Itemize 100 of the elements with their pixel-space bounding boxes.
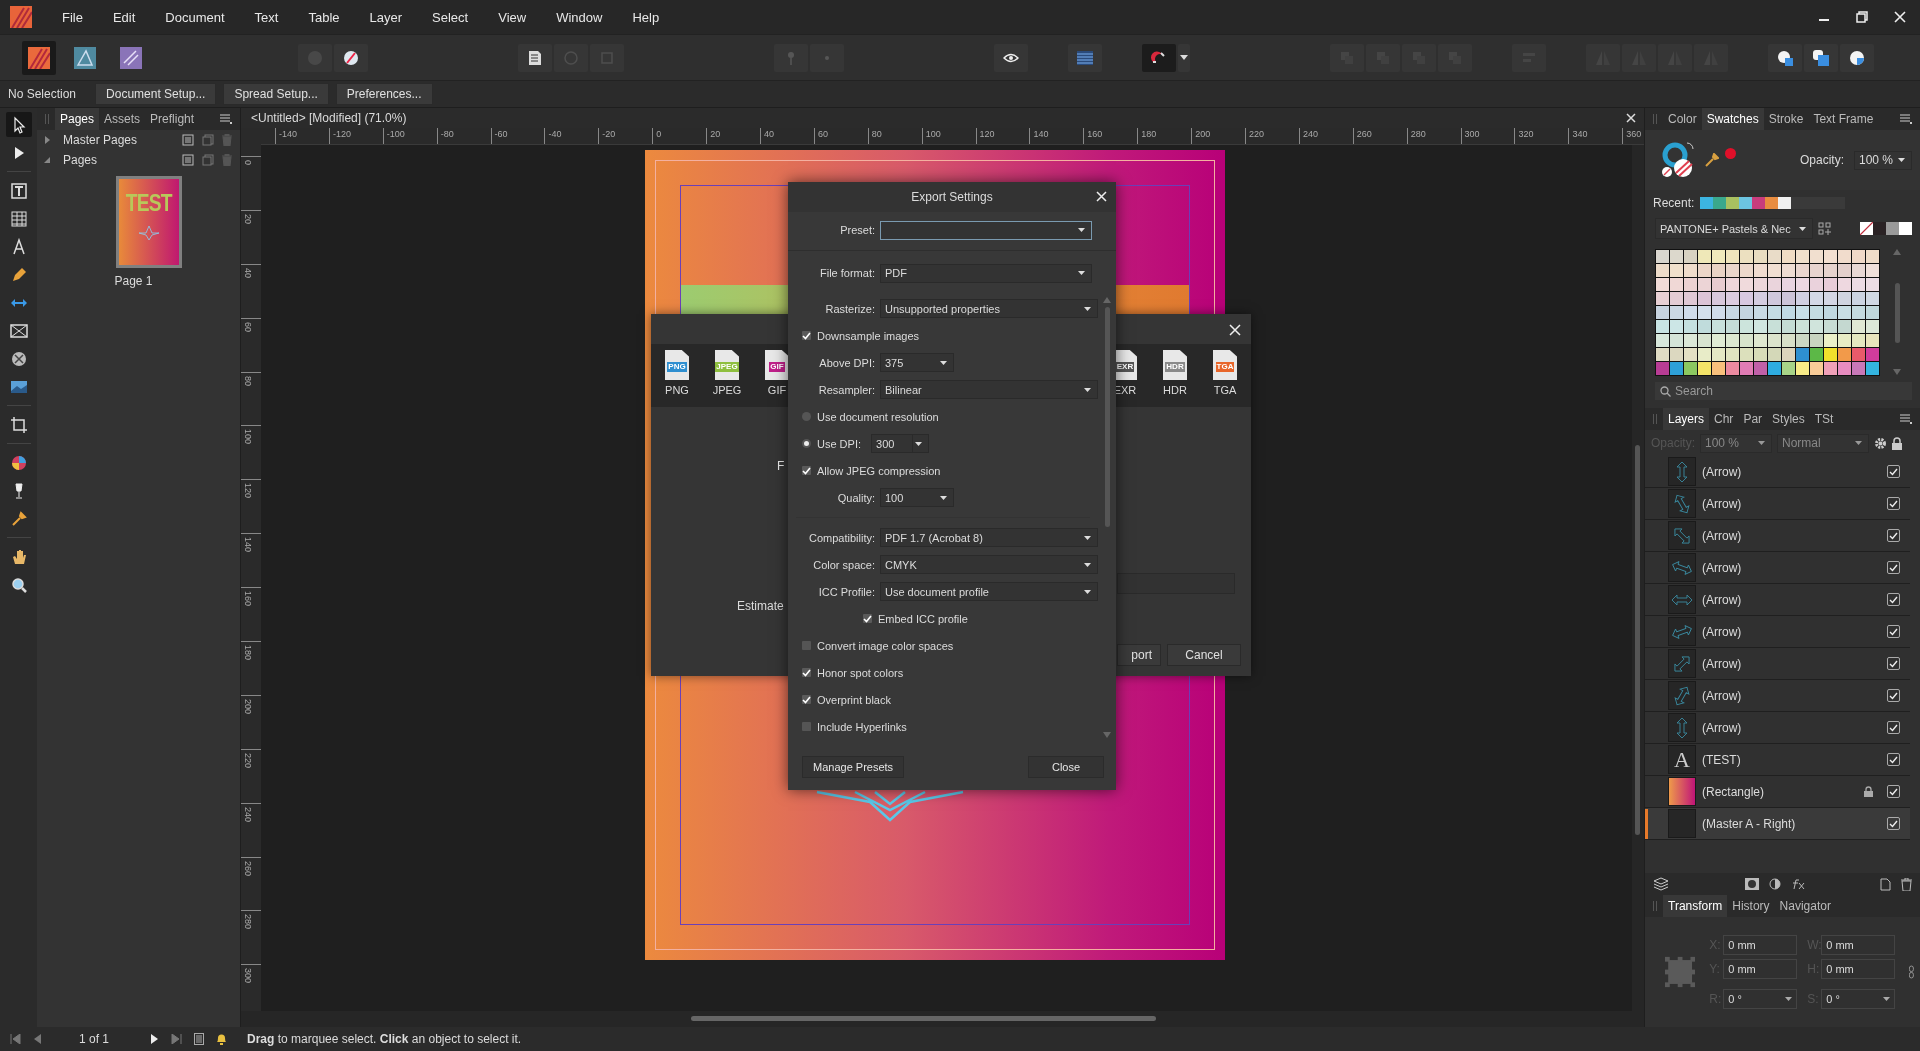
radio-label[interactable]: Use DPI: <box>817 437 861 450</box>
input-field[interactable]: 0 mm <box>1723 959 1798 979</box>
layer-row[interactable]: (Arrow) <box>1645 648 1910 680</box>
format-label[interactable]: HDR <box>1163 384 1187 396</box>
ruler-label: 240 <box>242 806 254 822</box>
manage-presets-button[interactable]: Manage Presets <box>802 756 905 778</box>
dropdown[interactable]: Use document profile <box>880 582 1098 601</box>
format-label[interactable]: TGA <box>1213 384 1237 396</box>
radio-label[interactable]: Use document resolution <box>817 410 939 423</box>
ruler-label: -20 <box>598 128 653 144</box>
ruler-label: -40 <box>544 128 599 144</box>
dropdown[interactable]: PDF 1.7 (Acrobat 8) <box>880 528 1098 547</box>
ruler-label: 20 <box>242 213 254 224</box>
file-icon[interactable]: PNG <box>665 350 689 380</box>
cancel-button[interactable]: Cancel <box>1167 644 1241 666</box>
format-label[interactable]: JPEG <box>712 384 742 396</box>
palette-dropdown[interactable]: PANTONE+ Pastels & Nec <box>1655 218 1813 239</box>
dropdown[interactable]: PDF <box>880 263 1092 283</box>
input-field[interactable]: 0 ° <box>1723 989 1798 1009</box>
menu-item[interactable]: Select <box>432 9 469 25</box>
dropdown[interactable]: Unsupported properties <box>880 299 1098 318</box>
search-field[interactable]: Search <box>1655 382 1912 400</box>
menu-item[interactable]: Layer <box>369 9 403 25</box>
menu-item[interactable]: File <box>62 9 83 25</box>
section-label[interactable]: Pages <box>63 153 98 167</box>
panel-tab[interactable]: Swatches <box>1701 108 1764 130</box>
context-button[interactable]: Document Setup... <box>95 83 217 105</box>
input-field[interactable]: 0 ° <box>1821 989 1896 1009</box>
menu-item[interactable]: Text <box>254 9 279 25</box>
checkbox-label[interactable]: Honor spot colors <box>817 666 904 679</box>
menu-item[interactable]: Document <box>165 9 225 25</box>
panel-tab[interactable]: Layers <box>1663 408 1710 430</box>
layer-name: (Arrow) <box>1702 656 1742 671</box>
panel-tab[interactable]: Par <box>1738 408 1768 430</box>
ruler-label: 100 <box>242 429 254 445</box>
field-label: ICC Profile: <box>817 585 875 598</box>
panel-tab[interactable]: Assets <box>99 108 146 130</box>
ruler-label: 160 <box>242 591 254 607</box>
dropdown[interactable]: 100 <box>880 488 954 507</box>
layer-row[interactable]: (Arrow) <box>1645 680 1910 712</box>
checkbox-label[interactable]: Overprint black <box>817 693 891 706</box>
menu-item[interactable]: View <box>498 9 527 25</box>
layer-row[interactable]: (Arrow) <box>1645 552 1910 584</box>
panel-tab[interactable]: History <box>1727 895 1775 917</box>
field-label: Quality: <box>836 491 875 504</box>
panel-tab[interactable]: Chr <box>1709 408 1739 430</box>
context-button[interactable]: Spread Setup... <box>223 83 329 105</box>
panel-tab[interactable]: Text Frame <box>1808 108 1879 130</box>
close-button[interactable]: Close <box>1028 756 1104 778</box>
panel-tab[interactable]: TSt <box>1809 408 1839 430</box>
ruler-label: 300 <box>242 968 254 984</box>
panel-tab[interactable]: Navigator <box>1774 895 1836 917</box>
layer-row[interactable]: (Arrow) <box>1645 712 1910 744</box>
layer-name: (Arrow) <box>1702 464 1742 479</box>
opacity-dropdown[interactable]: 100 % <box>1854 150 1912 170</box>
section-label[interactable]: Master Pages <box>63 133 138 147</box>
format-label[interactable]: PNG <box>665 384 689 396</box>
checkbox-label[interactable]: Convert image color spaces <box>817 639 954 652</box>
export-button[interactable]: port <box>1117 644 1161 666</box>
input-field[interactable]: 0 mm <box>1821 935 1896 955</box>
ruler-label: 280 <box>1406 128 1461 144</box>
input-field[interactable]: 0 mm <box>1821 959 1896 979</box>
field-label: Color space: <box>812 558 875 571</box>
menu-item[interactable]: Edit <box>112 9 136 25</box>
checkbox-label[interactable]: Include Hyperlinks <box>817 720 907 733</box>
layer-row[interactable]: (Arrow) <box>1645 456 1910 488</box>
ruler-label: 120 <box>242 483 254 499</box>
checkbox-label[interactable]: Allow JPEG compression <box>817 464 941 477</box>
checkbox-label[interactable]: Downsample images <box>817 329 920 342</box>
layer-row[interactable]: (Master A - Right) <box>1645 808 1910 840</box>
format-badge: TGA <box>1215 362 1235 372</box>
ruler-label: -120 <box>328 128 383 144</box>
layer-row[interactable]: A (TEST) <box>1645 744 1910 776</box>
format-label[interactable]: GIF <box>767 384 787 396</box>
layer-row[interactable]: (Arrow) <box>1645 520 1910 552</box>
estimate-label: Estimate <box>737 599 784 613</box>
document-tab[interactable]: <Untitled> [Modified] (71.0%) <box>251 111 407 125</box>
panel-tab[interactable]: Stroke <box>1763 108 1809 130</box>
checkbox-label[interactable]: Embed ICC profile <box>878 612 968 625</box>
dropdown[interactable]: CMYK <box>880 555 1098 574</box>
dropdown[interactable]: 375 <box>880 353 954 372</box>
panel-tab[interactable]: Transform <box>1663 895 1728 917</box>
layer-row[interactable]: (Arrow) <box>1645 488 1910 520</box>
ruler-label: 180 <box>242 645 254 661</box>
layer-row[interactable]: (Arrow) <box>1645 616 1910 648</box>
ruler-label: 340 <box>1568 128 1623 144</box>
panel-tab[interactable]: Color <box>1663 108 1702 130</box>
dropdown[interactable]: Bilinear <box>880 380 1098 399</box>
panel-tab[interactable]: Pages <box>55 108 100 130</box>
menu-item[interactable]: Help <box>632 9 660 25</box>
context-button[interactable]: Preferences... <box>335 83 433 105</box>
input-field[interactable]: 0 mm <box>1723 935 1798 955</box>
layer-name: (Arrow) <box>1702 688 1742 703</box>
file-icon[interactable]: GIF <box>765 350 789 380</box>
menu-item[interactable]: Window <box>556 9 603 25</box>
dropdown[interactable]: 300 <box>871 434 929 453</box>
panel-tab[interactable]: Styles <box>1767 408 1810 430</box>
menu-item[interactable]: Table <box>308 9 340 25</box>
panel-tab[interactable]: Preflight <box>145 108 200 130</box>
layer-row[interactable]: (Arrow) <box>1645 584 1910 616</box>
